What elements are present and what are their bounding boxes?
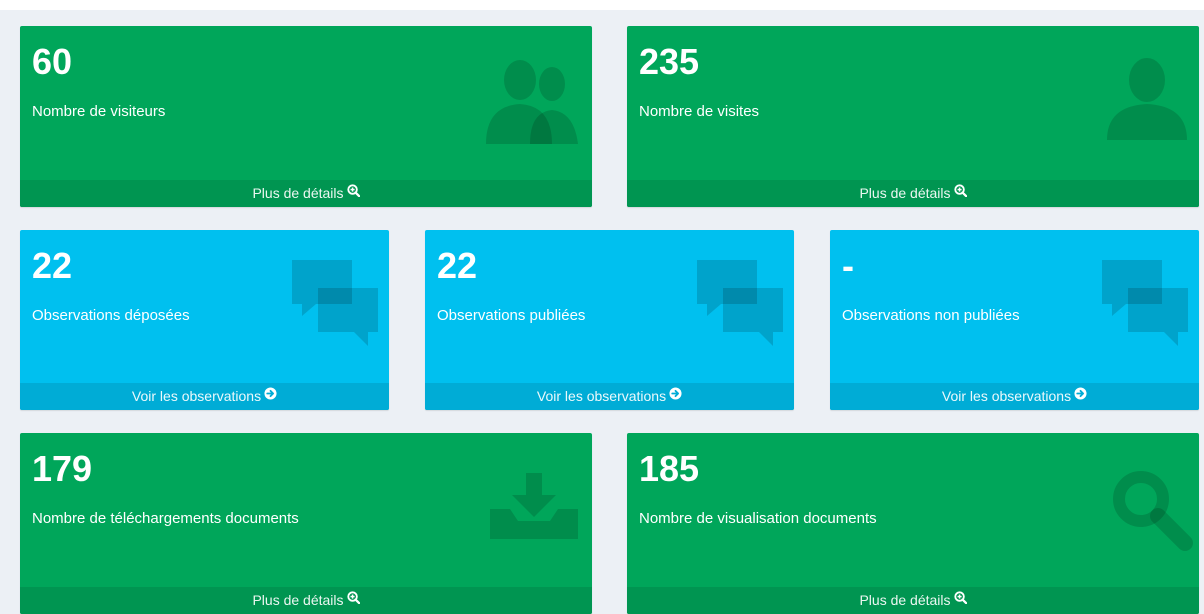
footer-label: Plus de détails — [859, 185, 951, 201]
footer-label: Plus de détails — [252, 185, 344, 201]
stat-value: 235 — [639, 41, 700, 82]
footer-label: Plus de détails — [859, 592, 951, 608]
search-plus-icon — [953, 179, 967, 206]
search-plus-icon — [953, 586, 967, 613]
stat-box-visitors: 60 Nombre de visiteurs Plus de détails — [20, 26, 592, 207]
stat-value: 22 — [32, 245, 73, 286]
stat-value: - — [842, 245, 854, 286]
comments-icon — [697, 260, 785, 353]
comments-icon — [1102, 260, 1190, 353]
more-details-link[interactable]: Plus de détails — [627, 180, 1199, 207]
search-plus-icon — [346, 179, 360, 206]
stat-value: 185 — [639, 448, 700, 489]
top-strip — [0, 0, 1204, 10]
stat-box-document-downloads: 179 Nombre de téléchargements documents … — [20, 433, 592, 614]
stat-box-visits: 235 Nombre de visites Plus de détails — [627, 26, 1199, 207]
stat-value: 22 — [437, 245, 478, 286]
footer-label: Voir les observations — [131, 388, 262, 404]
stat-box-document-views: 185 Nombre de visualisation documents Pl… — [627, 433, 1199, 614]
stat-label: Nombre de visites — [639, 103, 760, 120]
users-icon — [482, 60, 582, 149]
stat-label: Nombre de visiteurs — [32, 103, 166, 120]
search-icon — [1109, 467, 1193, 556]
user-icon — [1105, 56, 1189, 145]
stat-value: 179 — [32, 448, 93, 489]
footer-label: Plus de détails — [252, 592, 344, 608]
stat-box-observations-submitted: 22 Observations déposées Voir les observ… — [20, 230, 389, 410]
download-icon — [488, 473, 580, 544]
view-observations-link[interactable]: Voir les observations — [20, 383, 389, 410]
stat-label: Observations non publiées — [842, 307, 1020, 324]
stat-label: Observations publiées — [437, 307, 586, 324]
view-observations-link[interactable]: Voir les observations — [830, 383, 1199, 410]
footer-label: Voir les observations — [941, 388, 1072, 404]
stat-label: Nombre de visualisation documents — [639, 510, 877, 527]
arrow-circle-right-icon — [1074, 382, 1087, 409]
arrow-circle-right-icon — [669, 382, 682, 409]
stat-value: 60 — [32, 41, 73, 82]
stat-label: Observations déposées — [32, 307, 190, 324]
stat-box-observations-published: 22 Observations publiées Voir les observ… — [425, 230, 794, 410]
comments-icon — [292, 260, 380, 353]
search-plus-icon — [346, 586, 360, 613]
stat-box-observations-unpublished: - Observations non publiées Voir les obs… — [830, 230, 1199, 410]
view-observations-link[interactable]: Voir les observations — [425, 383, 794, 410]
stat-label: Nombre de téléchargements documents — [32, 510, 299, 527]
more-details-link[interactable]: Plus de détails — [20, 180, 592, 207]
footer-label: Voir les observations — [536, 388, 667, 404]
arrow-circle-right-icon — [264, 382, 277, 409]
